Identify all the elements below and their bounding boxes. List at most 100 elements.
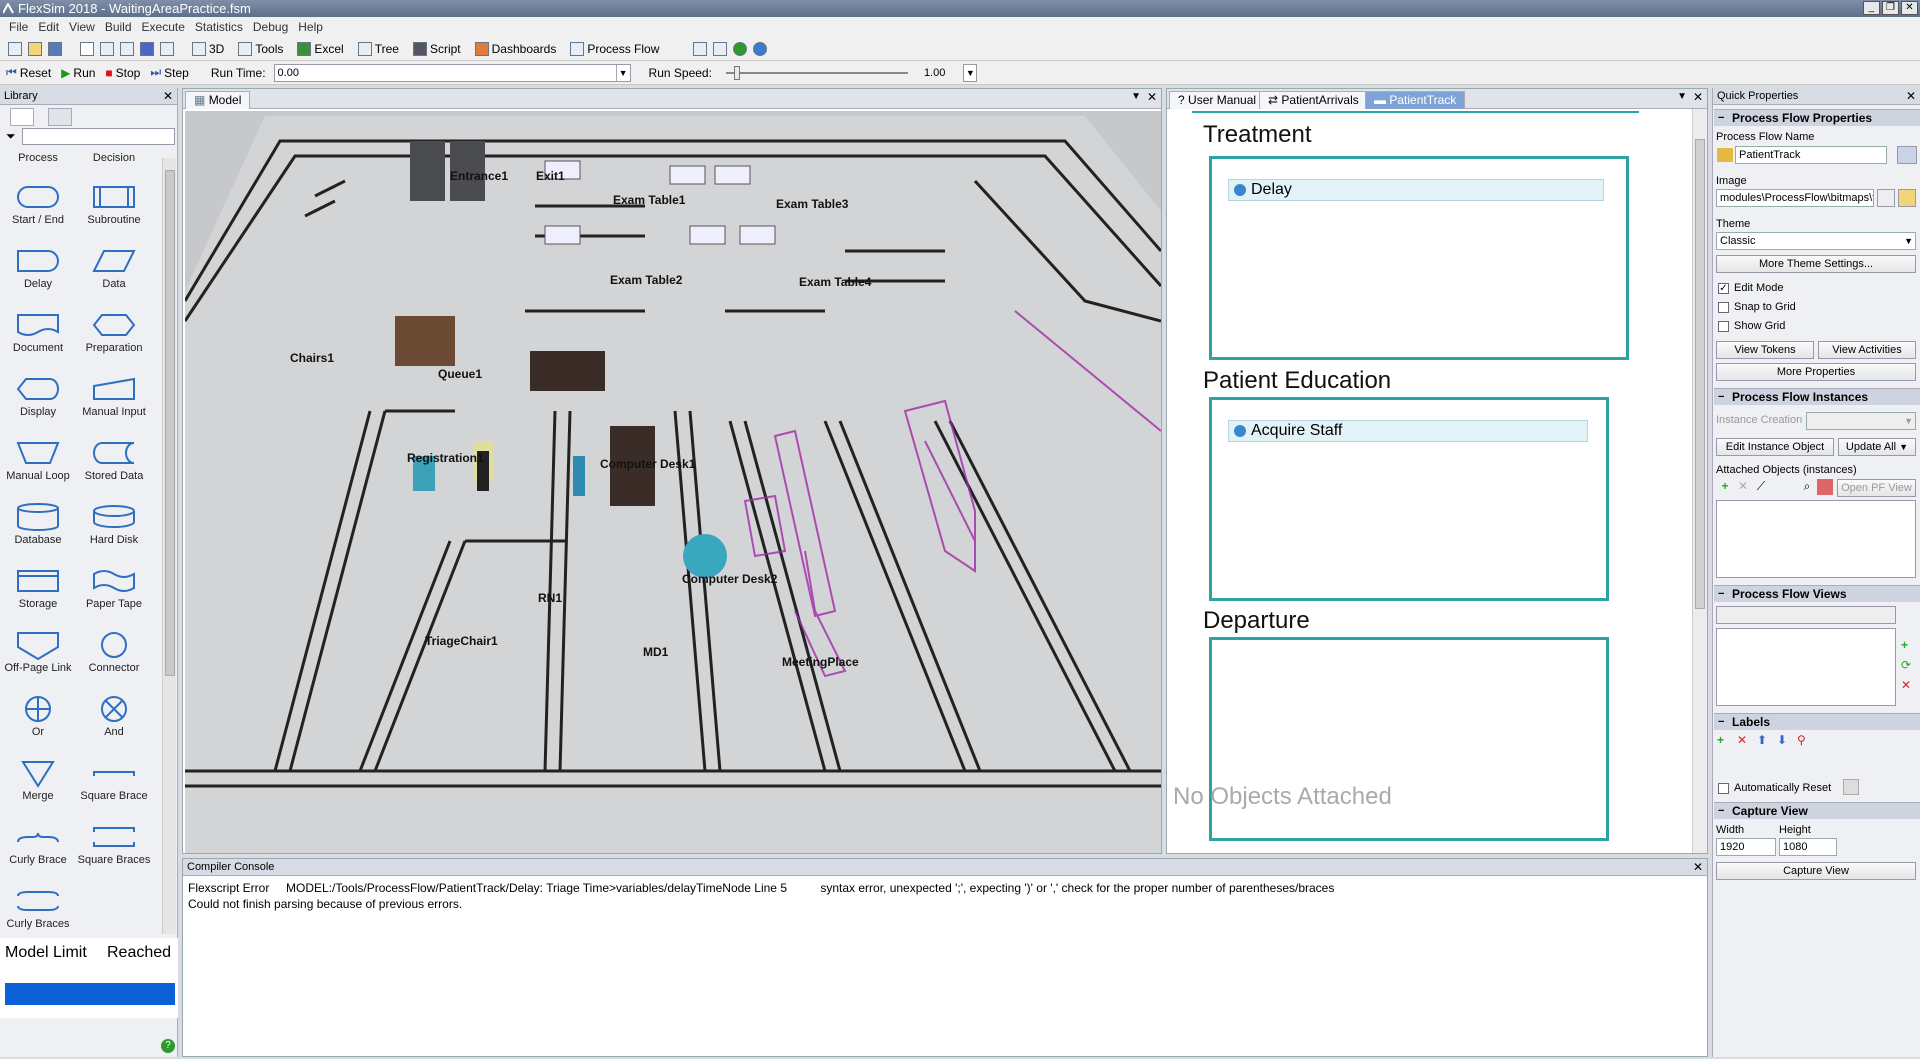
open-pf-view-button[interactable]: Open PF View	[1837, 479, 1916, 497]
checkbox-icon[interactable]	[1718, 301, 1729, 313]
checkbox-icon[interactable]	[1718, 782, 1729, 794]
select-pointer-icon[interactable]	[80, 41, 94, 56]
pf-canvas[interactable]: Treatment Delay Patient Education Acquir…	[1167, 109, 1692, 853]
chevron-down-icon[interactable]: ▼	[1904, 233, 1913, 249]
minimize-icon[interactable]: _	[1863, 1, 1880, 15]
library-shape-square-brace[interactable]: Square Brace	[76, 758, 152, 802]
capture-width-input[interactable]: 1920	[1716, 838, 1776, 856]
eyedropper-icon[interactable]	[1877, 189, 1895, 207]
pf-views-field[interactable]	[1716, 606, 1896, 624]
move-down-icon[interactable]: ⬇	[1777, 733, 1787, 747]
menu-statistics[interactable]: Statistics	[190, 20, 248, 34]
tab-patient-track[interactable]: ▬ PatientTrack	[1365, 91, 1466, 109]
help-icon[interactable]: ?	[161, 1039, 175, 1053]
add-view-icon[interactable]: +	[1901, 638, 1908, 652]
menu-build[interactable]: Build	[100, 20, 137, 34]
label-queue1[interactable]: Queue1	[438, 367, 482, 381]
label-exam-table3[interactable]: Exam Table3	[776, 197, 848, 211]
snap-grid-checkbox[interactable]: Snap to Grid	[1718, 301, 1796, 313]
run-speed-slider[interactable]	[722, 64, 912, 82]
run-speed-dropdown-icon[interactable]: ▼	[963, 63, 978, 82]
library-shape-hard-disk[interactable]: Hard Disk	[76, 502, 152, 546]
step-button[interactable]: ⏭ Step	[150, 65, 189, 80]
instance-creation-select[interactable]: ▼	[1806, 412, 1916, 430]
connect-objects-icon[interactable]	[100, 41, 114, 56]
console-output[interactable]: Flexscript Error MODEL:/Tools/ProcessFlo…	[183, 876, 1707, 916]
library-shape-database[interactable]: Database	[0, 502, 76, 546]
shape-decision-partial[interactable]: Decision	[76, 152, 152, 164]
label-md1[interactable]: MD1	[643, 645, 668, 659]
library-shape-and[interactable]: And	[76, 694, 152, 738]
checkbox-icon[interactable]	[1718, 320, 1729, 332]
refresh-icon[interactable]: ⟳	[1901, 658, 1911, 672]
help-icon[interactable]	[733, 41, 748, 56]
library-shape-manual-input[interactable]: Manual Input	[76, 374, 152, 418]
edit-instance-object-button[interactable]: Edit Instance Object	[1716, 438, 1834, 456]
close-icon[interactable]: ✕	[1693, 90, 1703, 104]
library-shape-off-page-link[interactable]: Off-Page Link	[0, 630, 76, 674]
dropdown-icon[interactable]: ▼	[1677, 91, 1687, 102]
binoculars-icon[interactable]: ⌕	[1799, 479, 1815, 495]
close-icon[interactable]: ✕	[1901, 1, 1918, 15]
capture-view-button[interactable]: Capture View	[1716, 862, 1916, 880]
save-icon[interactable]	[1843, 779, 1859, 795]
library-shape-or[interactable]: Or	[0, 694, 76, 738]
library-shape-curly-braces[interactable]: Curly Braces	[0, 886, 76, 930]
section-pf-views[interactable]: Process Flow Views	[1714, 585, 1920, 602]
library-shape-preparation[interactable]: Preparation	[76, 310, 152, 354]
label-registration1[interactable]: Registration1	[407, 451, 484, 465]
library-shape-connector[interactable]: Connector	[76, 630, 152, 674]
label-entrance1[interactable]: Entrance1	[450, 169, 508, 183]
pf-scrollbar[interactable]	[1692, 109, 1707, 853]
view-activities-button[interactable]: View Activities	[1818, 341, 1916, 359]
add-icon[interactable]: +	[1717, 479, 1733, 495]
window-icon[interactable]	[713, 41, 728, 56]
menu-help[interactable]: Help	[293, 20, 328, 34]
create-object-icon[interactable]	[140, 41, 154, 56]
patient-education-container[interactable]: Acquire Staff	[1209, 397, 1609, 601]
label-computer-desk2[interactable]: Computer Desk2	[682, 572, 777, 586]
3d-button[interactable]: 3D	[192, 41, 224, 56]
chevron-down-icon[interactable]: ▼	[615, 64, 630, 81]
menu-edit[interactable]: Edit	[33, 20, 64, 34]
library-shape-subroutine[interactable]: Subroutine	[76, 182, 152, 226]
library-shape-merge[interactable]: Merge	[0, 758, 76, 802]
open-folder-icon[interactable]	[28, 41, 42, 56]
color-picker-icon[interactable]	[1897, 146, 1917, 164]
dropdown-icon[interactable]: ▼	[1131, 91, 1141, 102]
tree-button[interactable]: Tree	[357, 41, 399, 56]
library-shape-storage[interactable]: Storage	[0, 566, 76, 610]
section-labels[interactable]: Labels	[1714, 713, 1920, 730]
library-filter-input[interactable]	[22, 128, 175, 145]
new-file-icon[interactable]	[8, 41, 22, 56]
menu-view[interactable]: View	[64, 20, 100, 34]
run-time-field[interactable]: 0.00 ▼	[273, 63, 631, 82]
auto-reset-checkbox[interactable]: Automatically Reset	[1718, 782, 1831, 794]
section-pf-properties[interactable]: Process Flow Properties	[1714, 109, 1920, 126]
cube-icon[interactable]	[1817, 479, 1833, 495]
close-icon[interactable]: ✕	[1906, 88, 1916, 104]
add-label-icon[interactable]: +	[1717, 733, 1724, 747]
label-exam-table1[interactable]: Exam Table1	[613, 193, 685, 207]
3d-viewport[interactable]: Entrance1 Exit1 Exam Table1 Exam Table3 …	[185, 111, 1161, 853]
library-shape-document[interactable]: Document	[0, 310, 76, 354]
activity-acquire-staff[interactable]: Acquire Staff	[1228, 420, 1588, 442]
chevron-down-icon[interactable]: ▼	[1904, 413, 1913, 429]
library-shape-stored-data[interactable]: Stored Data	[76, 438, 152, 482]
capture-height-input[interactable]: 1080	[1779, 838, 1837, 856]
remove-icon[interactable]: ✕	[1735, 479, 1751, 495]
edit-mode-checkbox[interactable]: ✓ Edit Mode	[1718, 282, 1784, 294]
label-exam-table2[interactable]: Exam Table2	[610, 273, 682, 287]
browse-folder-icon[interactable]	[1898, 189, 1916, 207]
move-up-icon[interactable]: ⬆	[1757, 733, 1767, 747]
tools-button[interactable]: Tools	[238, 41, 283, 56]
dashboards-button[interactable]: Dashboards	[474, 41, 556, 56]
more-properties-button[interactable]: More Properties	[1716, 363, 1916, 381]
image-path-input[interactable]: modules\ProcessFlow\bitmaps\t	[1716, 189, 1874, 207]
sampler-icon[interactable]: ⟋	[1753, 479, 1769, 495]
tab-patient-arrivals[interactable]: ⇄ PatientArrivals	[1259, 91, 1368, 109]
slider-thumb[interactable]	[733, 65, 740, 80]
library-shape-data[interactable]: Data	[76, 246, 152, 290]
connect-center-icon[interactable]	[120, 41, 134, 56]
library-shape-delay[interactable]: Delay	[0, 246, 76, 290]
